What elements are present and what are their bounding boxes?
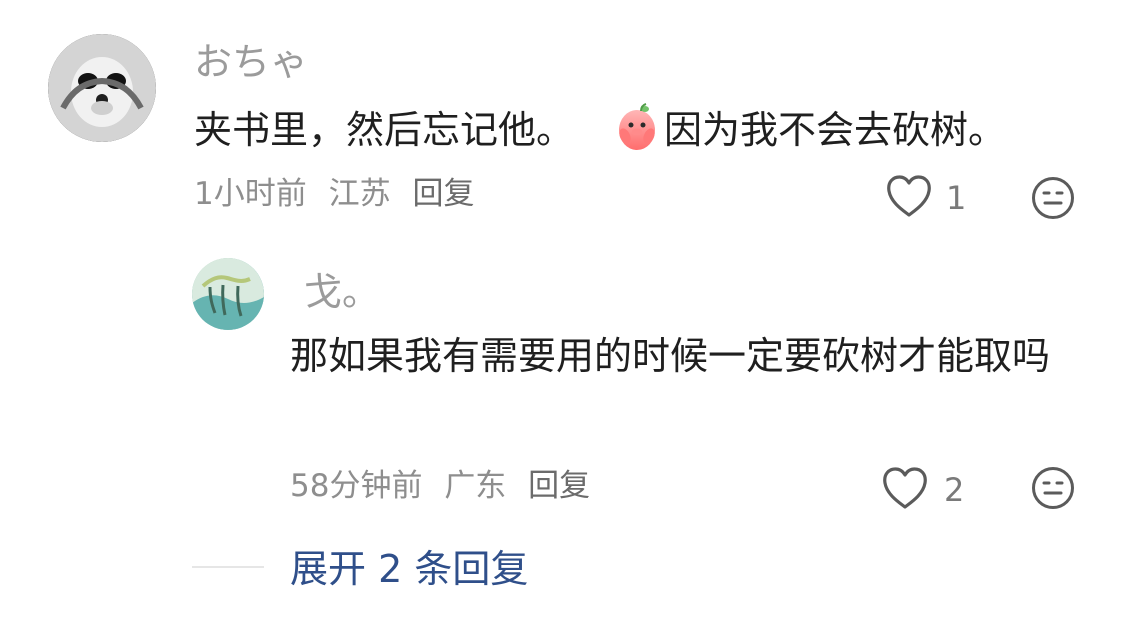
comment-location: 江苏 (328, 176, 391, 212)
comment-meta: 1小时前 江苏 回复 (194, 174, 474, 214)
avatar-reply-comment[interactable] (192, 258, 264, 330)
reply-location: 广东 (444, 468, 507, 504)
comment-time: 1小时前 (194, 176, 307, 212)
reply-username[interactable]: 戈。 (304, 270, 380, 314)
reply-like-count: 2 (944, 471, 965, 509)
face-icon[interactable] (1030, 175, 1076, 221)
like-count: 1 (946, 179, 967, 217)
heart-icon[interactable] (880, 466, 930, 512)
heart-icon[interactable] (884, 174, 934, 220)
pig-emoji (610, 101, 664, 155)
reply-to-reply-button[interactable]: 回复 (528, 466, 590, 506)
reply-time: 58分钟前 (290, 468, 423, 504)
comment-text: 夹书里，然后忘记他。 (194, 108, 575, 152)
reply-text: 那如果我有需要用的时候一定要砍树才能取吗 (290, 334, 1051, 378)
reply-button[interactable]: 回复 (412, 174, 474, 214)
face-icon[interactable] (1030, 465, 1076, 511)
comment-text-continuation: 因为我不会去砍树。 (664, 108, 1007, 152)
expand-divider (192, 566, 264, 568)
expand-replies-button[interactable]: 展开 2 条回复 (290, 544, 528, 594)
avatar-main-comment[interactable] (48, 34, 156, 142)
comment-username[interactable]: おちゃ (194, 40, 308, 84)
reply-meta: 58分钟前 广东 回复 (290, 466, 590, 506)
